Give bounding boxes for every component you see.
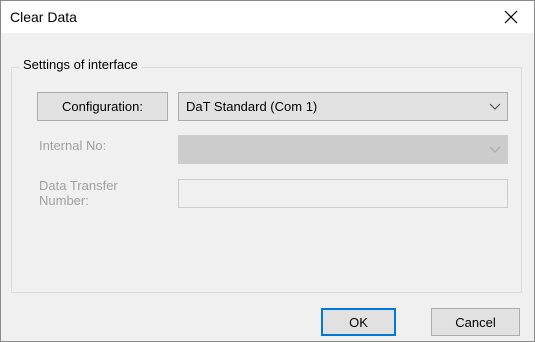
clear-data-dialog: Clear Data Settings of interface Configu… xyxy=(0,0,535,342)
configuration-dropdown[interactable]: DaT Standard (Com 1) xyxy=(178,92,508,121)
groupbox-legend: Settings of interface xyxy=(19,57,142,72)
close-icon xyxy=(504,10,518,24)
title-bar: Clear Data xyxy=(1,1,534,33)
ok-button-label: OK xyxy=(349,314,368,330)
chevron-down-icon xyxy=(489,146,501,153)
data-transfer-number-label: Data Transfer Number: xyxy=(39,178,118,208)
internal-no-label: Internal No: xyxy=(39,138,107,153)
chevron-down-icon xyxy=(489,103,501,110)
ok-button[interactable]: OK xyxy=(321,308,396,336)
data-transfer-label-line2: Number: xyxy=(39,193,89,208)
data-transfer-label-line1: Data Transfer xyxy=(39,178,118,193)
configuration-button-label: Configuration: xyxy=(62,99,143,114)
close-button[interactable] xyxy=(488,1,534,33)
dialog-title: Clear Data xyxy=(10,9,77,25)
cancel-button-label: Cancel xyxy=(455,314,496,330)
configuration-selected-value: DaT Standard (Com 1) xyxy=(186,99,318,114)
data-transfer-number-field[interactable] xyxy=(178,179,508,208)
internal-no-dropdown[interactable] xyxy=(178,135,508,164)
configuration-button[interactable]: Configuration: xyxy=(37,92,168,121)
cancel-button[interactable]: Cancel xyxy=(431,308,520,336)
